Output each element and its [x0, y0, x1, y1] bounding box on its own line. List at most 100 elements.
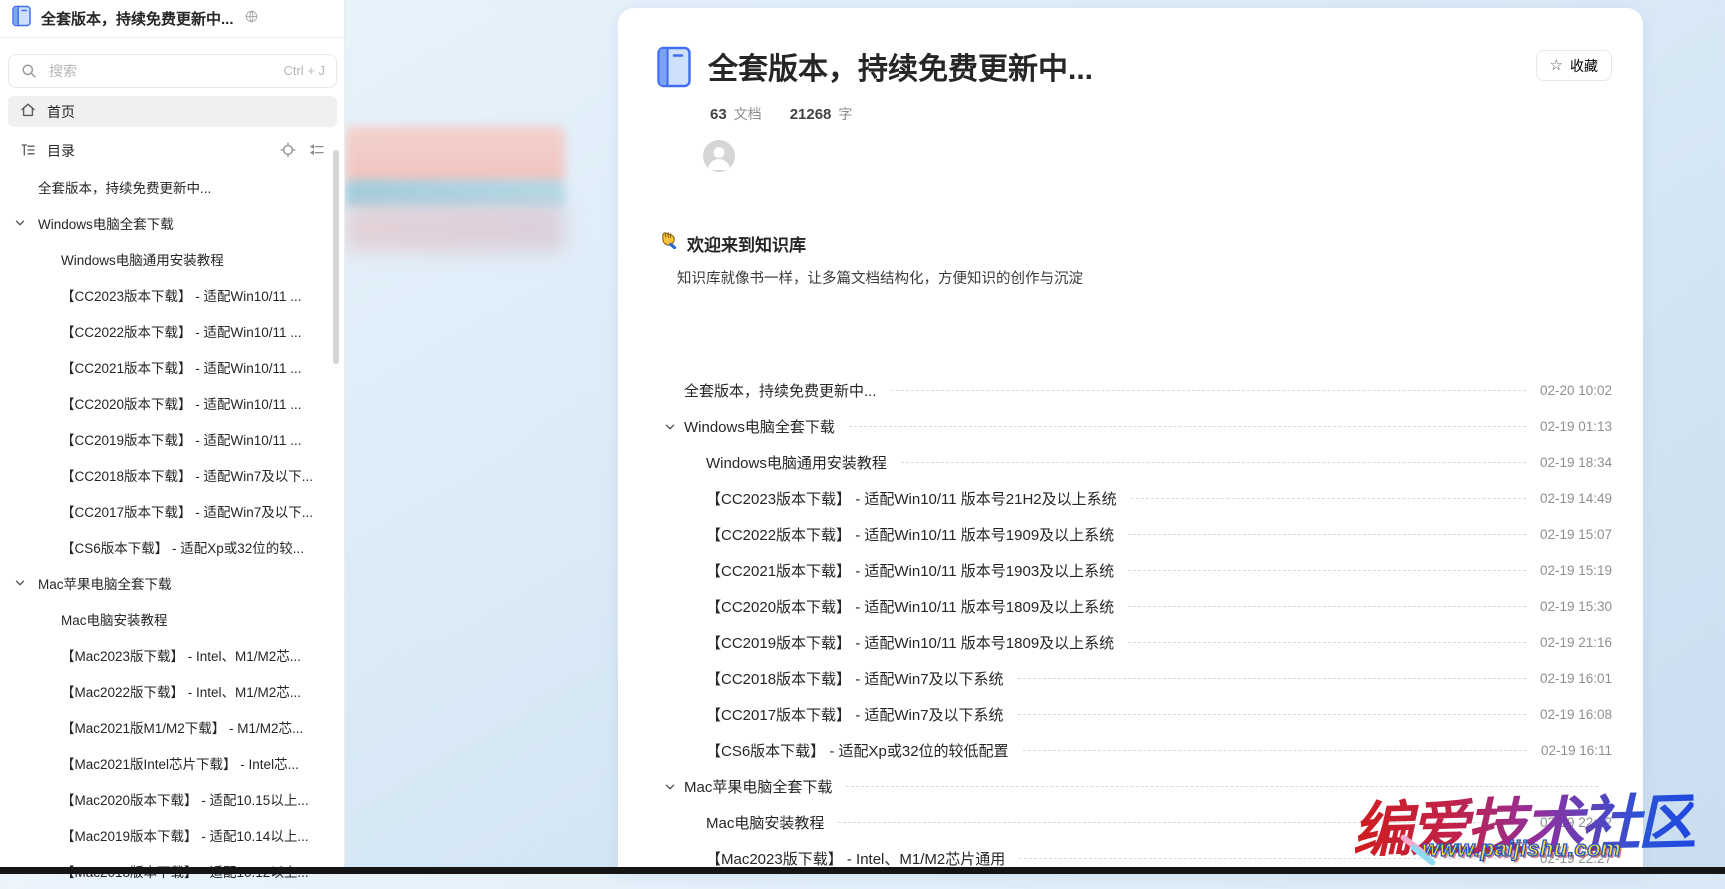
dotted-leader: [891, 390, 1526, 391]
sidebar-tree-item[interactable]: 【CC2020版本下载】 - 适配Win10/11 ...: [0, 385, 345, 421]
sidebar-tree-item-label: 【Mac2023版下载】 - Intel、M1/M2芯...: [61, 645, 301, 665]
sidebar-tree-item[interactable]: 【Mac2019版本下载】 - 适配10.14以上...: [0, 817, 345, 853]
book-icon-large: [657, 46, 691, 93]
sidebar-scrollbar[interactable]: [333, 150, 339, 364]
page-title: 全套版本，持续免费更新中...: [708, 44, 1093, 88]
chevron-down-icon[interactable]: [14, 217, 26, 232]
dotted-leader: [838, 822, 1526, 823]
dotted-leader: [1131, 498, 1526, 499]
sidebar-tree-item[interactable]: Mac电脑安装教程: [0, 601, 345, 637]
sidebar-tree-item[interactable]: 【CC2017版本下载】 - 适配Win7及以下...: [0, 493, 345, 529]
doc-row-label: 【CS6版本下载】 - 适配Xp或32位的较低配置: [706, 740, 1009, 761]
doc-row-label: 【Mac2023版下载】 - Intel、M1/M2芯片通用: [706, 848, 1005, 869]
doc-count-label: 文档: [734, 104, 762, 124]
sidebar-tree-item-label: 【CC2020版本下载】 - 适配Win10/11 ...: [61, 393, 302, 413]
public-globe-icon: [245, 10, 258, 28]
chevron-down-icon[interactable]: [14, 577, 26, 592]
chevron-down-icon[interactable]: [664, 420, 676, 438]
sidebar-tree-item-label: Windows电脑全套下载: [38, 213, 174, 233]
sidebar: 全套版本，持续免费更新中... Ctrl + J 首页 目录 全: [0, 0, 345, 874]
doc-list: 全套版本，持续免费更新中...02-20 10:02 Windows电脑全套下载 0…: [618, 372, 1643, 876]
sidebar-tree-item-label: Mac电脑安装教程: [61, 609, 168, 629]
collapse-all-icon[interactable]: [309, 142, 325, 161]
dotted-leader: [1128, 642, 1526, 643]
sidebar-tree-item-label: Mac苹果电脑全套下载: [38, 573, 172, 593]
doc-row[interactable]: Windows电脑全套下载 02-19 01:13: [618, 408, 1643, 444]
doc-row-label: 全套版本，持续免费更新中...: [684, 380, 877, 401]
doc-row-label: 【CC2023版本下载】 - 适配Win10/11 版本号21H2及以上系统: [706, 488, 1117, 509]
doc-row-date: 02-19 15:30: [1540, 599, 1612, 614]
sidebar-tree-item-label: 【CC2019版本下载】 - 适配Win10/11 ...: [61, 429, 302, 449]
dotted-leader: [849, 426, 1526, 427]
sidebar-tree-item-label: Windows电脑通用安装教程: [61, 249, 224, 269]
doc-row[interactable]: 【CS6版本下载】 - 适配Xp或32位的较低配置 02-19 16:11: [618, 732, 1643, 768]
sidebar-item-home[interactable]: 首页: [8, 96, 337, 127]
doc-row-label: Windows电脑全套下载: [684, 416, 835, 437]
doc-row-date: 02-19 16:11: [1541, 743, 1612, 758]
sidebar-tree-item[interactable]: Windows电脑全套下载: [0, 205, 345, 241]
dotted-leader: [1018, 714, 1526, 715]
dotted-leader: [846, 786, 1598, 787]
avatar[interactable]: [703, 140, 735, 172]
sidebar-tree-item[interactable]: 【Mac2023版下载】 - Intel、M1/M2芯...: [0, 637, 345, 673]
toc-header: 目录: [8, 138, 337, 164]
locate-icon[interactable]: [280, 142, 296, 161]
doc-row-date: 02-19 15:19: [1540, 563, 1612, 578]
doc-row[interactable]: 【CC2022版本下载】 - 适配Win10/11 版本号1909及以上系统02…: [618, 516, 1643, 552]
word-count-label: 字: [838, 104, 852, 124]
doc-row[interactable]: Mac电脑安装教程02-19 22:12: [618, 804, 1643, 840]
doc-row-date: 02-19 22:27: [1540, 851, 1612, 866]
doc-row[interactable]: 【CC2021版本下载】 - 适配Win10/11 版本号1903及以上系统02…: [618, 552, 1643, 588]
dotted-leader: [1019, 858, 1526, 859]
sidebar-tree-item[interactable]: 【CS6版本下载】 - 适配Xp或32位的较...: [0, 529, 345, 565]
sidebar-tree-item[interactable]: 【CC2019版本下载】 - 适配Win10/11 ...: [0, 421, 345, 457]
sidebar-tree-item[interactable]: 全套版本，持续免费更新中...: [0, 169, 345, 205]
sidebar-tree-item-label: 【Mac2021版M1/M2下载】 - M1/M2芯...: [61, 717, 303, 737]
doc-stats: 63文档 21268字: [710, 104, 852, 124]
bottom-bar: [0, 867, 1725, 874]
dotted-leader: [1128, 606, 1526, 607]
sidebar-tree-item-label: 【CC2022版本下载】 - 适配Win10/11 ...: [61, 321, 302, 341]
doc-row-label: 【CC2020版本下载】 - 适配Win10/11 版本号1809及以上系统: [706, 596, 1114, 617]
sidebar-tree-item[interactable]: Mac苹果电脑全套下载: [0, 565, 345, 601]
sidebar-tree-item-label: 【CC2021版本下载】 - 适配Win10/11 ...: [61, 357, 302, 377]
sidebar-tree-item[interactable]: 【Mac2021版Intel芯片下载】 - Intel芯...: [0, 745, 345, 781]
doc-row[interactable]: Windows电脑通用安装教程02-19 18:34: [618, 444, 1643, 480]
sidebar-tree-item-label: 【CC2017版本下载】 - 适配Win7及以下...: [61, 501, 313, 521]
toc-label: 目录: [47, 141, 75, 161]
sidebar-tree-item-label: 【Mac2022版下载】 - Intel、M1/M2芯...: [61, 681, 301, 701]
chevron-down-icon[interactable]: [664, 780, 676, 798]
main-content-card: 全套版本，持续免费更新中... 63文档 21268字 ☆ 收藏 欢迎来到知识库…: [618, 8, 1643, 874]
sidebar-tree-item[interactable]: 【Mac2021版M1/M2下载】 - M1/M2芯...: [0, 709, 345, 745]
star-icon: ☆: [1550, 58, 1563, 73]
sidebar-tree-item[interactable]: 【Mac2020版本下载】 - 适配10.15以上...: [0, 781, 345, 817]
search-shortcut: Ctrl + J: [283, 63, 325, 78]
sidebar-tree-item[interactable]: 【CC2021版本下载】 - 适配Win10/11 ...: [0, 349, 345, 385]
doc-row[interactable]: 【CC2019版本下载】 - 适配Win10/11 版本号1809及以上系统02…: [618, 624, 1643, 660]
doc-row-label: Mac苹果电脑全套下载: [684, 776, 832, 797]
sidebar-tree-item[interactable]: 【CC2023版本下载】 - 适配Win10/11 ...: [0, 277, 345, 313]
welcome-heading: 欢迎来到知识库: [687, 231, 806, 256]
sidebar-tree-item[interactable]: 【CC2018版本下载】 - 适配Win7及以下...: [0, 457, 345, 493]
knowledge-base-title: 全套版本，持续免费更新中...: [41, 8, 234, 29]
doc-row[interactable]: 【CC2017版本下载】 - 适配Win7及以下系统02-19 16:08: [618, 696, 1643, 732]
doc-row[interactable]: 【CC2018版本下载】 - 适配Win7及以下系统02-19 16:01: [618, 660, 1643, 696]
favorite-button[interactable]: ☆ 收藏: [1536, 50, 1612, 81]
doc-row[interactable]: 全套版本，持续免费更新中...02-20 10:02: [618, 372, 1643, 408]
sidebar-tree-item[interactable]: 【Mac2022版下载】 - Intel、M1/M2芯...: [0, 673, 345, 709]
background-artwork-pink: [345, 126, 565, 184]
sidebar-tree-item[interactable]: 【CC2022版本下载】 - 适配Win10/11 ...: [0, 313, 345, 349]
sidebar-tree-item-label: 【Mac2019版本下载】 - 适配10.14以上...: [61, 825, 309, 845]
doc-row-date: 02-19 22:12: [1540, 815, 1612, 830]
sidebar-tree-item-label: 【Mac2021版Intel芯片下载】 - Intel芯...: [61, 753, 299, 773]
doc-row[interactable]: Mac苹果电脑全套下载: [618, 768, 1643, 804]
doc-row[interactable]: 【CC2020版本下载】 - 适配Win10/11 版本号1809及以上系统 02…: [618, 588, 1643, 624]
doc-row-date: 02-19 01:13: [1540, 419, 1612, 434]
favorite-label: 收藏: [1570, 56, 1598, 76]
sidebar-tree-item[interactable]: Windows电脑通用安装教程: [0, 241, 345, 277]
doc-row-label: 【CC2019版本下载】 - 适配Win10/11 版本号1809及以上系统: [706, 632, 1114, 653]
doc-count: 63: [710, 106, 727, 123]
doc-row-date: 02-19 18:34: [1540, 455, 1612, 470]
knowledge-base-header[interactable]: 全套版本，持续免费更新中...: [0, 0, 344, 38]
doc-row[interactable]: 【CC2023版本下载】 - 适配Win10/11 版本号21H2及以上系统02…: [618, 480, 1643, 516]
